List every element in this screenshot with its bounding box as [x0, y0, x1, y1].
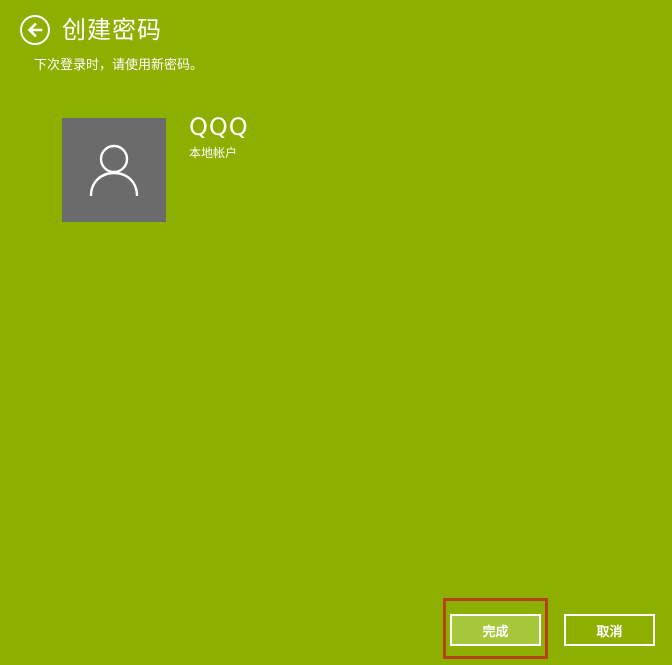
page-header: 创建密码	[20, 14, 162, 46]
page-title: 创建密码	[62, 16, 162, 44]
account-name: QQQ	[189, 113, 249, 141]
page-subtitle: 下次登录时，请使用新密码。	[34, 58, 204, 73]
avatar	[62, 118, 166, 222]
account-type: 本地帐户	[189, 146, 238, 160]
back-arrow-icon	[27, 22, 43, 38]
cancel-button[interactable]: 取消	[564, 614, 655, 646]
back-button[interactable]	[20, 15, 50, 45]
done-button[interactable]: 完成	[450, 614, 541, 646]
user-icon	[89, 144, 139, 197]
